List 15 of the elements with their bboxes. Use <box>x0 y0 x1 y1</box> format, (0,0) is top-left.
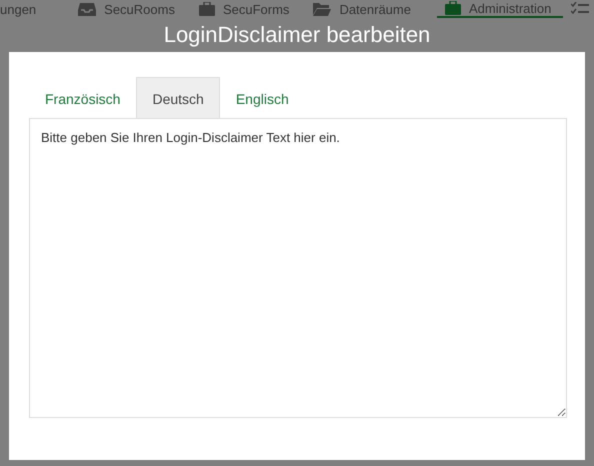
nav-tab[interactable]: ungen <box>0 1 66 17</box>
nav-tab[interactable]: SecuRooms <box>66 1 187 17</box>
disclaimer-text-field[interactable]: Bitte geben Sie Ihren Login-Disclaimer Text hier ein. <box>29 118 567 418</box>
inbox-icon <box>78 2 96 16</box>
dialog-title: LoginDisclaimer bearbeiten <box>164 22 430 48</box>
list-icon[interactable] <box>571 2 590 16</box>
language-tab[interactable]: Englisch <box>220 77 305 118</box>
nav-tab[interactable]: Administration <box>436 0 564 18</box>
nav-tab[interactable]: Datenräume <box>301 1 423 17</box>
briefcase-icon <box>444 1 461 15</box>
language-tab[interactable]: Französisch <box>29 77 136 118</box>
nav-tab[interactable]: SecuForms <box>186 1 302 17</box>
briefcase-icon <box>198 2 215 16</box>
folder-icon <box>313 2 332 16</box>
language-tab[interactable]: Deutsch <box>136 77 220 118</box>
